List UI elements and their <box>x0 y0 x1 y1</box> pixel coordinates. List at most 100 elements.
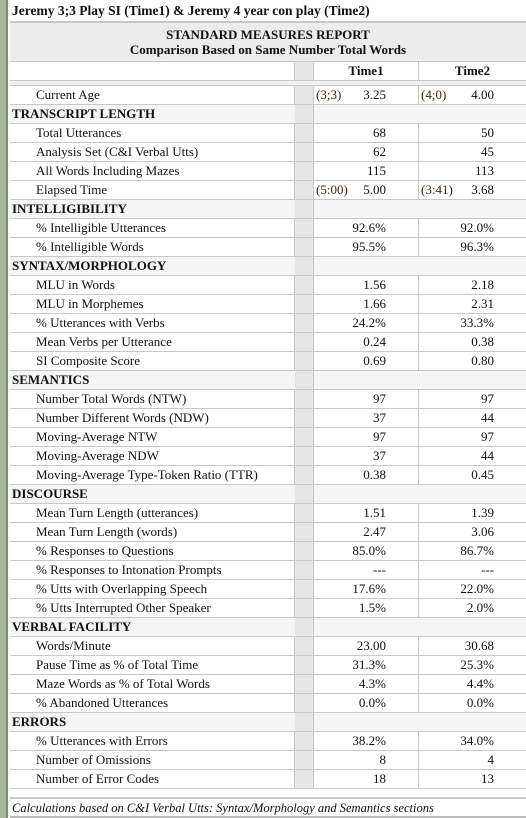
column-gap <box>295 770 314 788</box>
column-gap <box>295 618 315 636</box>
time1-cell: 92.6% <box>314 219 419 237</box>
value: 85.0% <box>352 543 386 558</box>
value: 2.47 <box>363 524 386 539</box>
time2-cell: 0.0% <box>419 694 526 712</box>
measure-label: Elapsed Time <box>10 181 295 199</box>
table-row: Mean Turn Length (words) 2.47 3.06 <box>10 523 526 542</box>
section-fill <box>419 618 526 636</box>
time2-cell: 0.80 <box>419 352 526 370</box>
value: 45 <box>481 144 494 159</box>
column-gap <box>295 504 314 522</box>
value: 86.7% <box>460 543 494 558</box>
measure-label: Number of Omissions <box>10 751 295 769</box>
value: 5.00 <box>363 182 386 197</box>
value: 23.00 <box>356 638 386 653</box>
value: 92.0% <box>460 220 494 235</box>
value: 25.3% <box>460 657 494 672</box>
table-row: % Abandoned Utterances 0.0% 0.0% <box>10 694 526 713</box>
report-panel: Jeremy 3;3 Play SI (Time1) & Jeremy 4 ye… <box>10 0 526 789</box>
time2-cell: 3.06 <box>419 523 526 541</box>
column-header-time2: Time2 <box>454 63 491 78</box>
value: 0.24 <box>363 334 386 349</box>
column-gap <box>295 713 315 731</box>
section-title: DISCOURSE <box>12 486 88 501</box>
report-header: STANDARD MEASURES REPORT Comparison Base… <box>10 23 526 62</box>
value: 44 <box>481 410 494 425</box>
measure-label: Total Utterances <box>10 124 295 142</box>
measure-label: % Responses to Questions <box>10 542 295 560</box>
value: 1.56 <box>363 277 386 292</box>
value: 8 <box>379 752 387 767</box>
table-row: Moving-Average Type-Token Ratio (TTR) 0.3… <box>10 466 526 485</box>
column-gap <box>295 523 314 541</box>
value: 1.39 <box>471 505 494 520</box>
time1-cell: 85.0% <box>314 542 419 560</box>
time2-cell: 97 <box>419 390 526 408</box>
column-gap <box>295 200 315 218</box>
value: 0.38 <box>471 334 494 349</box>
value: 2.18 <box>471 277 494 292</box>
column-gap <box>295 333 314 351</box>
value: 115 <box>366 163 386 178</box>
column-gap <box>295 580 314 598</box>
table-row: Words/Minute 23.00 30.68 <box>10 637 526 656</box>
column-gap <box>295 390 314 408</box>
time1-cell: 62 <box>314 143 419 161</box>
paren-value: (4;0) <box>421 87 447 102</box>
table-row: Number of Error Codes 18 13 <box>10 770 526 789</box>
column-gap <box>295 238 314 256</box>
section-header: VERBAL FACILITY <box>10 618 526 637</box>
paren-value: (5:00) <box>316 182 348 197</box>
section-fill <box>419 200 526 218</box>
time1-cell: 37 <box>314 447 419 465</box>
time2-cell: 0.45 <box>419 466 526 484</box>
measure-label: Words/Minute <box>10 637 295 655</box>
measure-label: MLU in Words <box>10 276 295 294</box>
column-gap <box>295 105 315 123</box>
measure-label: SI Composite Score <box>10 352 295 370</box>
time1-cell: 31.3% <box>314 656 419 674</box>
value: 0.69 <box>363 353 386 368</box>
section-title: SEMANTICS <box>12 372 90 387</box>
value: 4 <box>487 752 495 767</box>
time1-cell: 1.56 <box>314 276 419 294</box>
table-row: % Responses to Questions 85.0% 86.7% <box>10 542 526 561</box>
time2-cell: 13 <box>419 770 526 788</box>
time2-cell: 25.3% <box>419 656 526 674</box>
section-header: SYNTAX/MORPHOLOGY <box>10 257 526 276</box>
window-left-border <box>0 0 8 818</box>
column-gap <box>295 637 314 655</box>
paren-value: (3:41) <box>421 182 453 197</box>
column-gap <box>295 485 315 503</box>
table-row: Current Age (3;3) 3.25 (4;0) 4.00 <box>10 86 526 105</box>
section-header: SEMANTICS <box>10 371 526 390</box>
value: 4.00 <box>471 87 494 102</box>
time2-cell: 86.7% <box>419 542 526 560</box>
value: 95.5% <box>352 239 386 254</box>
value: 37 <box>373 448 386 463</box>
time2-cell: 4 <box>419 751 526 769</box>
time1-cell: 1.5% <box>314 599 419 617</box>
column-gap <box>295 428 314 446</box>
table-row: % Intelligible Utterances 92.6% 92.0% <box>10 219 526 238</box>
table-row: Maze Words as % of Total Words 4.3% 4.4% <box>10 675 526 694</box>
section-header: TRANSCRIPT LENGTH <box>10 105 526 124</box>
value: 97 <box>481 391 494 406</box>
value: 30.68 <box>464 638 494 653</box>
value: 0.0% <box>358 695 386 710</box>
time1-cell: 17.6% <box>314 580 419 598</box>
table-row: Number Different Words (NDW) 37 44 <box>10 409 526 428</box>
column-gap <box>295 219 314 237</box>
column-gap <box>295 675 314 693</box>
value: 24.2% <box>352 315 386 330</box>
column-gap <box>295 599 314 617</box>
measure-label: % Utterances with Verbs <box>10 314 295 332</box>
table-row: MLU in Words 1.56 2.18 <box>10 276 526 295</box>
measure-label: Number of Error Codes <box>10 770 295 788</box>
section-fill <box>314 200 419 218</box>
time1-cell: 24.2% <box>314 314 419 332</box>
time2-cell: 45 <box>419 143 526 161</box>
value: 4.3% <box>358 676 386 691</box>
measure-label: Pause Time as % of Total Time <box>10 656 295 674</box>
value: 34.0% <box>460 733 494 748</box>
